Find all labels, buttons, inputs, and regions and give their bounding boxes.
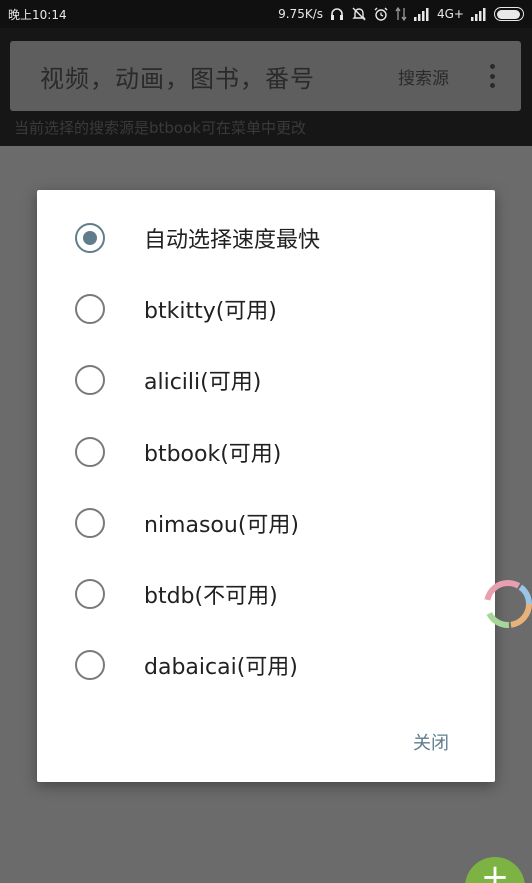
option-label: btkitty(可用) — [144, 298, 277, 324]
plus-icon: + — [480, 857, 510, 883]
source-hint: 当前选择的搜索源是btbook可在菜单中更改 — [14, 119, 306, 137]
source-option-btkitty[interactable]: btkitty(可用) — [37, 273, 495, 344]
source-option-alicili[interactable]: alicili(可用) — [37, 345, 495, 416]
search-source-dialog: 自动选择速度最快 btkitty(可用) alicili(可用) btbook(… — [37, 190, 495, 782]
source-option-auto[interactable]: 自动选择速度最快 — [37, 202, 495, 273]
search-input[interactable]: 视频，动画，图书，番号 — [40, 41, 315, 111]
battery-icon — [494, 7, 524, 21]
source-option-dabaicai[interactable]: dabaicai(可用) — [37, 630, 495, 701]
status-time: 晚上10:14 — [8, 7, 67, 22]
option-label: nimasou(可用) — [144, 512, 299, 538]
radio-button[interactable] — [75, 365, 105, 396]
alarm-clock-icon — [373, 6, 389, 22]
network-type: 4G+ — [437, 7, 464, 21]
source-option-btbook[interactable]: btbook(可用) — [37, 416, 495, 487]
headphones-icon — [329, 6, 345, 22]
radio-button[interactable] — [75, 436, 105, 467]
option-label: btbook(可用) — [144, 441, 282, 467]
signal-icon — [413, 6, 431, 22]
source-option-btdb[interactable]: btdb(不可用) — [37, 558, 495, 629]
option-label: btdb(不可用) — [144, 584, 278, 610]
search-source-button[interactable]: 搜索源 — [398, 41, 449, 111]
more-vert-icon[interactable] — [480, 61, 504, 91]
close-button[interactable]: 关闭 — [393, 720, 469, 764]
data-transfer-icon — [395, 6, 407, 22]
radio-button[interactable] — [75, 507, 105, 538]
option-label: alicili(可用) — [144, 370, 262, 396]
search-box[interactable]: 视频，动画，图书，番号 搜索源 — [10, 41, 521, 111]
app-bar: 视频，动画，图书，番号 搜索源 当前选择的搜索源是btbook可在菜单中更改 — [0, 28, 532, 146]
option-label: dabaicai(可用) — [144, 655, 298, 681]
radio-button[interactable] — [75, 222, 105, 253]
loading-spinner-icon — [480, 576, 532, 632]
signal-icon-2 — [470, 6, 488, 22]
radio-button[interactable] — [75, 579, 105, 610]
radio-button[interactable] — [75, 650, 105, 681]
alarm-off-icon — [351, 6, 367, 22]
option-label: 自动选择速度最快 — [144, 227, 321, 253]
add-fab-button[interactable]: + — [465, 857, 525, 883]
status-net-speed: 9.75K/s — [278, 7, 323, 21]
source-options-list: 自动选择速度最快 btkitty(可用) alicili(可用) btbook(… — [37, 202, 495, 701]
radio-button[interactable] — [75, 293, 105, 324]
status-bar: 晚上10:14 9.75K/s 4G+ — [0, 0, 532, 28]
battery-fill — [496, 9, 521, 19]
source-option-nimasou[interactable]: nimasou(可用) — [37, 487, 495, 558]
